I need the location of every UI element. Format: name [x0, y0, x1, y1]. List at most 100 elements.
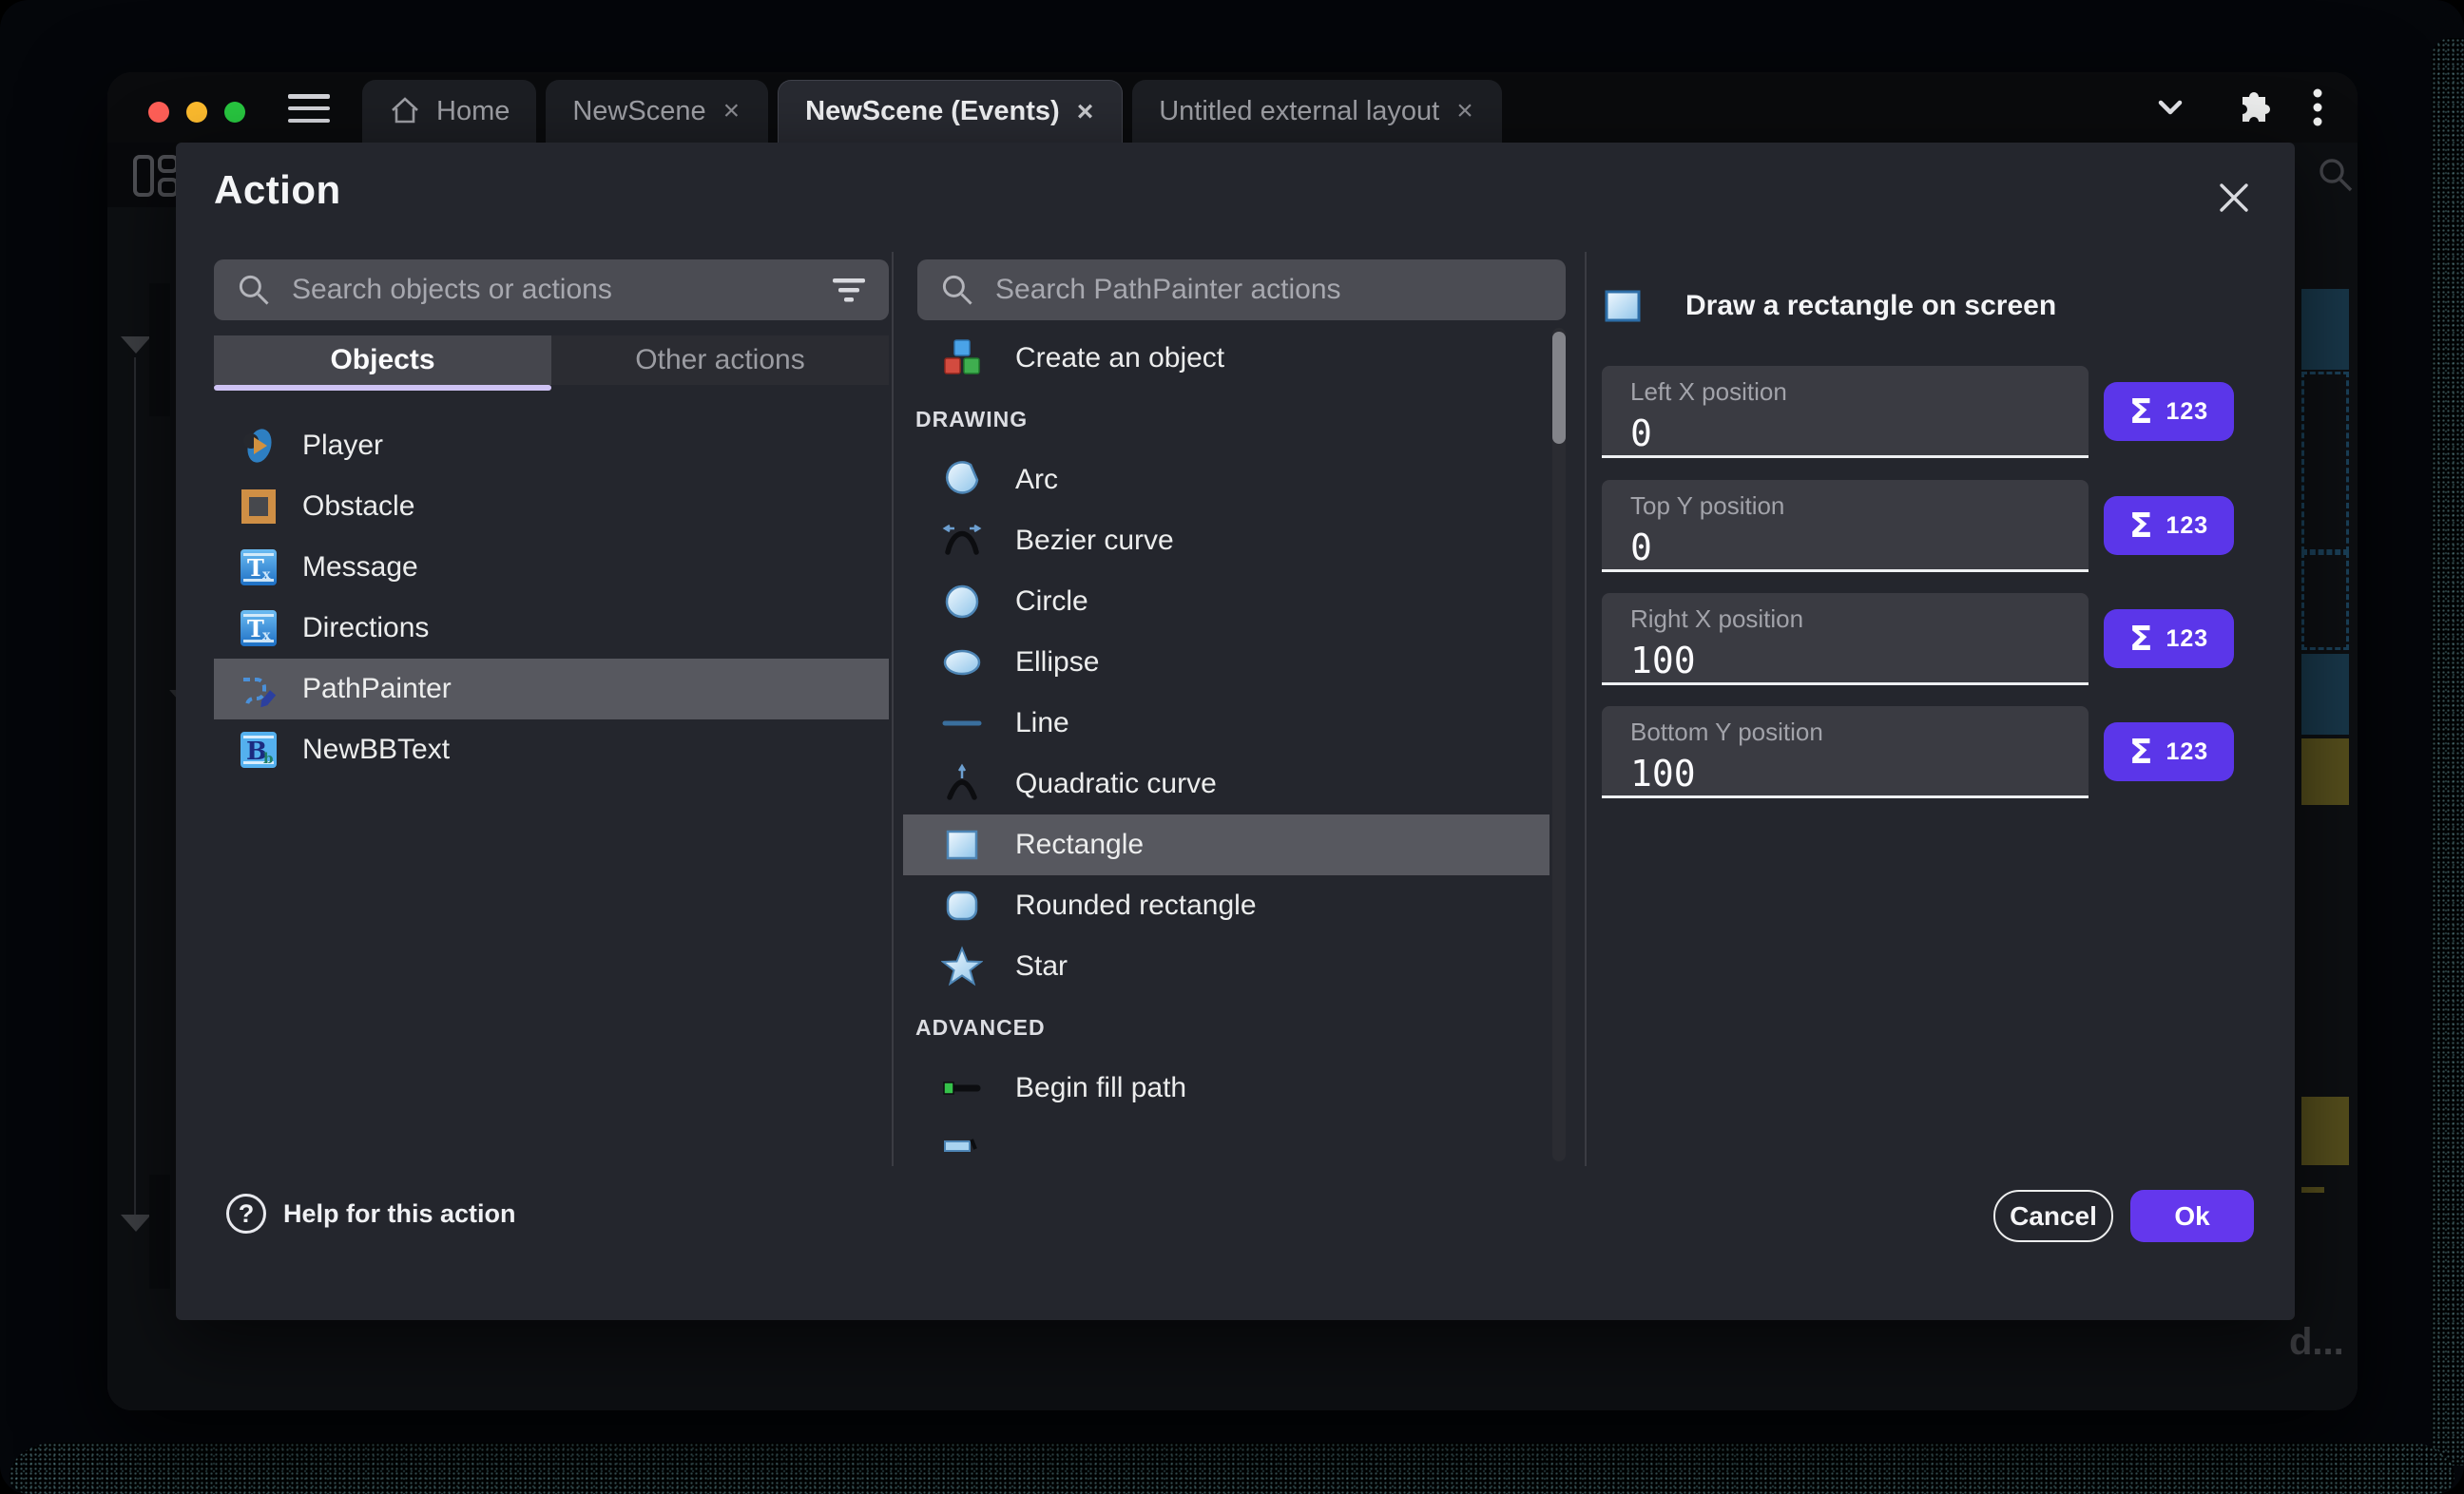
list-item-label: PathPainter	[302, 673, 452, 705]
window-close-button[interactable]	[148, 102, 169, 123]
list-item-label: Player	[302, 430, 383, 462]
section-header-advanced: ADVANCED	[903, 997, 1550, 1058]
expression-editor-button[interactable]: Σ 123	[2104, 382, 2234, 441]
list-item-label: Directions	[302, 612, 429, 644]
list-item-bezier-curve[interactable]: Bezier curve	[903, 510, 1550, 571]
field-input[interactable]	[1630, 753, 2049, 795]
field-input[interactable]	[1630, 640, 2049, 681]
list-item-newbbtext[interactable]: Bb NewBBText	[214, 719, 889, 780]
rectangle-icon	[1602, 285, 1644, 327]
list-item-label: Line	[1015, 707, 1069, 739]
tab-close-icon[interactable]: ×	[722, 97, 742, 125]
list-item-begin-fill-path[interactable]: Begin fill path	[903, 1058, 1550, 1119]
actions-search-input[interactable]	[995, 274, 1545, 306]
list-item-arc[interactable]: Arc	[903, 450, 1550, 510]
list-item-label: NewBBText	[302, 734, 450, 766]
tab-newscene[interactable]: NewScene ×	[546, 80, 768, 143]
tab-label: Untitled external layout	[1159, 96, 1439, 127]
ok-label: Ok	[2174, 1201, 2209, 1232]
sigma-icon: Σ	[2129, 507, 2153, 546]
tab-label: NewScene	[572, 96, 705, 127]
end-fill-path-icon	[941, 1119, 983, 1157]
list-item-quadratic-curve[interactable]: Quadratic curve	[903, 754, 1550, 814]
titlebar: Home NewScene × NewScene (Events) × Unti…	[107, 72, 2358, 143]
list-item-rounded-rectangle[interactable]: Rounded rectangle	[903, 875, 1550, 936]
list-item-rectangle[interactable]: Rectangle	[903, 814, 1550, 875]
hamburger-menu-icon[interactable]	[288, 94, 330, 123]
help-link[interactable]: ? Help for this action	[226, 1194, 516, 1234]
tab-close-icon[interactable]: ×	[1454, 97, 1475, 125]
field-label: Right X position	[1630, 604, 2089, 634]
field-label: Left X position	[1630, 377, 2089, 407]
ok-button[interactable]: Ok	[2130, 1190, 2254, 1242]
list-item-obstacle[interactable]: Obstacle	[214, 476, 889, 537]
cancel-button[interactable]: Cancel	[1993, 1190, 2113, 1242]
tab-close-icon[interactable]: ×	[1075, 98, 1096, 126]
tab-newscene-events[interactable]: NewScene (Events) ×	[778, 80, 1123, 143]
sigma-icon: Σ	[2129, 393, 2153, 431]
filter-icon[interactable]	[830, 273, 868, 307]
field-left-x-position: Left X position	[1602, 366, 2089, 458]
help-label: Help for this action	[283, 1199, 516, 1229]
player-icon	[238, 425, 279, 467]
list-item-directions[interactable]: Tx Directions	[214, 598, 889, 659]
list-item-message[interactable]: Tx Message	[214, 537, 889, 598]
pathpainter-icon	[238, 668, 279, 710]
field-input[interactable]	[1630, 412, 2049, 454]
directions-icon: Tx	[238, 607, 279, 649]
tab-objects[interactable]: Objects	[214, 335, 551, 385]
actions-list: Create an object DRAWING Arc	[903, 328, 1550, 1166]
sigma-icon: Σ	[2129, 733, 2153, 772]
field-input[interactable]	[1630, 527, 2049, 568]
search-icon	[235, 271, 273, 309]
list-item-player[interactable]: Player	[214, 415, 889, 476]
list-item-create-an-object[interactable]: Create an object	[903, 328, 1550, 389]
objects-list: Player Obstacle Tx Message Tx	[214, 415, 889, 780]
scrollbar-thumb[interactable]	[1552, 332, 1566, 444]
section-header-drawing: DRAWING	[903, 389, 1550, 450]
desktop: Home NewScene × NewScene (Events) × Unti…	[0, 0, 2464, 1494]
panel-divider	[1585, 252, 1587, 1166]
newbbtext-icon: Bb	[238, 729, 279, 771]
field-label: Top Y position	[1630, 491, 2089, 521]
list-item-label: Obstacle	[302, 490, 414, 523]
close-icon[interactable]	[2215, 179, 2253, 217]
arc-icon	[941, 459, 983, 501]
home-icon	[389, 95, 421, 127]
list-item-pathpainter[interactable]: PathPainter	[214, 659, 889, 719]
rectangle-icon	[941, 824, 983, 866]
list-item-label: Create an object	[1015, 342, 1224, 374]
objects-search-input[interactable]	[292, 274, 811, 306]
list-item-label: Arc	[1015, 464, 1058, 496]
expression-editor-button[interactable]: Σ 123	[2104, 609, 2234, 668]
chevron-down-icon[interactable]	[2151, 88, 2189, 126]
tab-untitled-external-layout[interactable]: Untitled external layout ×	[1132, 80, 1502, 143]
action-dialog: Action Objects Other actions	[176, 143, 2295, 1320]
expression-editor-button[interactable]: Σ 123	[2104, 722, 2234, 781]
create-object-icon	[941, 337, 983, 379]
list-item-label: Quadratic curve	[1015, 768, 1217, 800]
list-item-partial[interactable]	[903, 1119, 1550, 1157]
kebab-menu-icon[interactable]	[2311, 85, 2324, 130]
tab-other-actions[interactable]: Other actions	[551, 335, 889, 385]
list-item-star[interactable]: Star	[903, 936, 1550, 997]
window-minimize-button[interactable]	[186, 102, 207, 123]
tab-label: Objects	[330, 344, 434, 376]
extensions-icon[interactable]	[2227, 85, 2273, 130]
expression-123-label: 123	[2166, 398, 2208, 426]
panel-divider	[892, 252, 894, 1166]
selected-action-title: Draw a rectangle on screen	[1685, 290, 2056, 322]
expression-editor-button[interactable]: Σ 123	[2104, 496, 2234, 555]
tab-home[interactable]: Home	[362, 80, 536, 143]
list-item-ellipse[interactable]: Ellipse	[903, 632, 1550, 693]
list-item-label: Message	[302, 551, 418, 584]
sigma-icon: Σ	[2129, 620, 2153, 659]
window-zoom-button[interactable]	[224, 102, 245, 123]
list-item-label: Rounded rectangle	[1015, 890, 1257, 922]
obstacle-icon	[238, 486, 279, 527]
field-top-y-position: Top Y position	[1602, 480, 2089, 572]
actions-scrollbar[interactable]	[1552, 328, 1566, 1161]
list-item-circle[interactable]: Circle	[903, 571, 1550, 632]
star-icon	[941, 946, 983, 987]
list-item-line[interactable]: Line	[903, 693, 1550, 754]
